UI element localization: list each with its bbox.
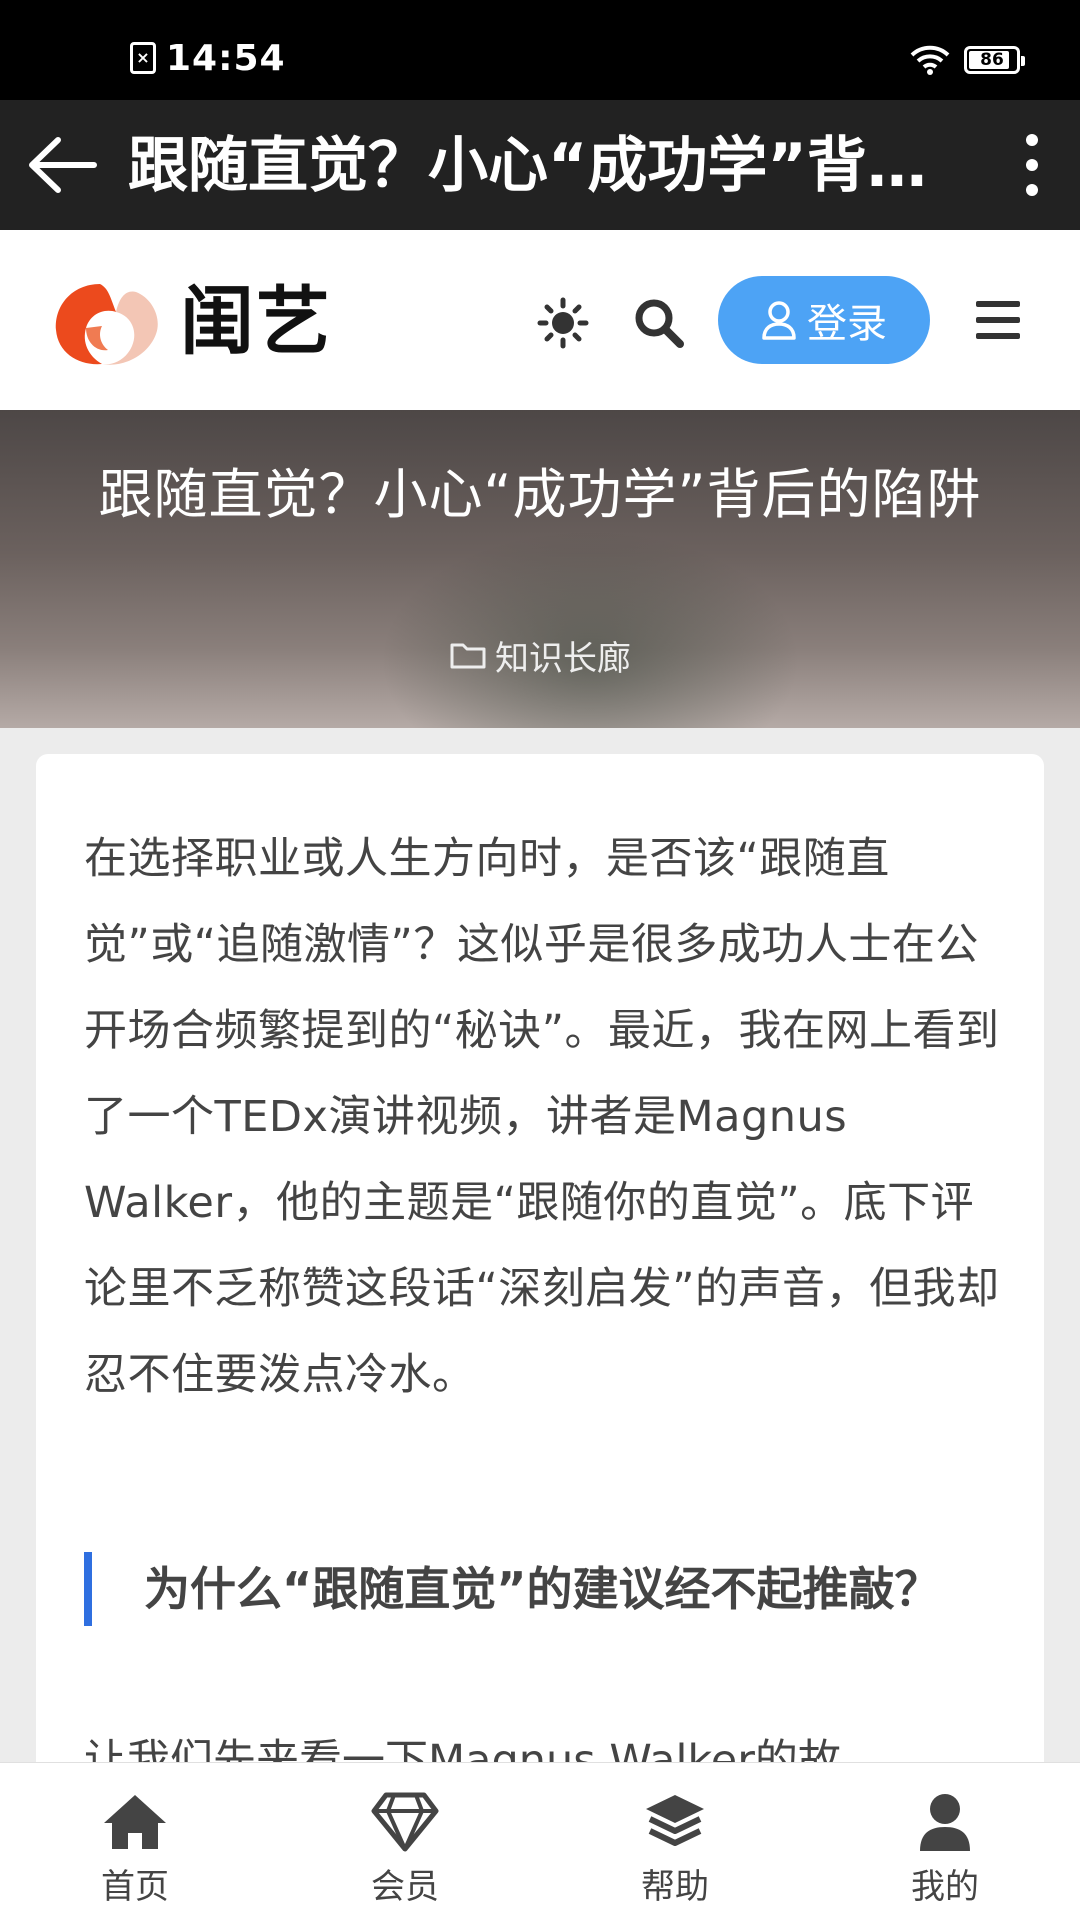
status-left: × 14:54	[130, 36, 286, 80]
arrow-left-icon	[29, 137, 97, 193]
search-icon	[635, 299, 684, 348]
nav-label-profile: 我的	[911, 1867, 979, 1907]
nav-item-membership[interactable]: 会员	[270, 1763, 540, 1920]
logo-icon	[55, 284, 158, 365]
brand-name: 闺艺	[180, 279, 332, 365]
app-bar: 跟随直觉？小心“成功学”背后的陷阱	[0, 100, 1080, 230]
article-intro-paragraph: 在选择职业或人生方向时，是否该“跟随直觉”或“追随激情”？这似乎是很多成功人士在…	[84, 834, 1000, 1400]
more-options-button[interactable]	[1012, 130, 1052, 200]
nav-label-membership: 会员	[371, 1867, 439, 1907]
layers-icon	[646, 1795, 704, 1846]
section-heading: 为什么“跟随直觉”的建议经不起推敲？	[84, 1552, 1004, 1626]
more-dot-icon	[1026, 134, 1038, 146]
battery-level: 86	[980, 50, 1004, 70]
site-header: 闺艺 登录	[0, 230, 1080, 410]
article-title: 跟随直觉？小心“成功学”背后的陷阱	[98, 463, 982, 526]
more-dot-icon	[1026, 184, 1038, 196]
bottom-nav: 首页 会员 帮助 我的	[0, 1762, 1080, 1920]
nav-label-help: 帮助	[641, 1867, 709, 1907]
menu-line-icon	[976, 317, 1020, 323]
back-button[interactable]	[24, 130, 100, 200]
wifi-icon	[910, 45, 950, 75]
sun-icon	[537, 297, 589, 349]
nav-item-help[interactable]: 帮助	[540, 1763, 810, 1920]
login-button[interactable]: 登录	[718, 276, 930, 364]
nav-label-home: 首页	[101, 1867, 169, 1907]
article-hero: 跟随直觉？小心“成功学”背后的陷阱 知识长廊	[0, 410, 1080, 728]
folder-icon	[450, 643, 486, 669]
status-bar: × 14:54 86	[0, 0, 1080, 100]
theme-toggle-button[interactable]	[536, 296, 590, 350]
status-time: 14:54	[166, 37, 286, 79]
menu-line-icon	[976, 333, 1020, 339]
nav-item-profile[interactable]: 我的	[810, 1763, 1080, 1920]
user-icon	[920, 1794, 970, 1851]
site-logo[interactable]	[52, 278, 164, 368]
user-outline-icon	[762, 301, 796, 340]
menu-button[interactable]	[976, 298, 1020, 342]
category-label: 知识长廊	[495, 638, 631, 679]
diamond-icon	[371, 1792, 439, 1852]
nav-item-home[interactable]: 首页	[0, 1763, 270, 1920]
login-label: 登录	[807, 301, 887, 347]
more-dot-icon	[1026, 159, 1038, 171]
article-category[interactable]: 知识长廊	[0, 630, 1080, 680]
home-icon	[104, 1795, 166, 1849]
sim-absent-icon: ×	[130, 42, 156, 74]
status-right: 86	[910, 40, 1025, 80]
battery-icon: 86	[964, 46, 1025, 74]
menu-line-icon	[976, 301, 1020, 307]
search-button[interactable]	[632, 296, 686, 350]
app-title: 跟随直觉？小心“成功学”背后的陷阱	[128, 131, 948, 201]
article-card: 在选择职业或人生方向时，是否该“跟随直觉”或“追随激情”？这似乎是很多成功人士在…	[36, 754, 1044, 1920]
